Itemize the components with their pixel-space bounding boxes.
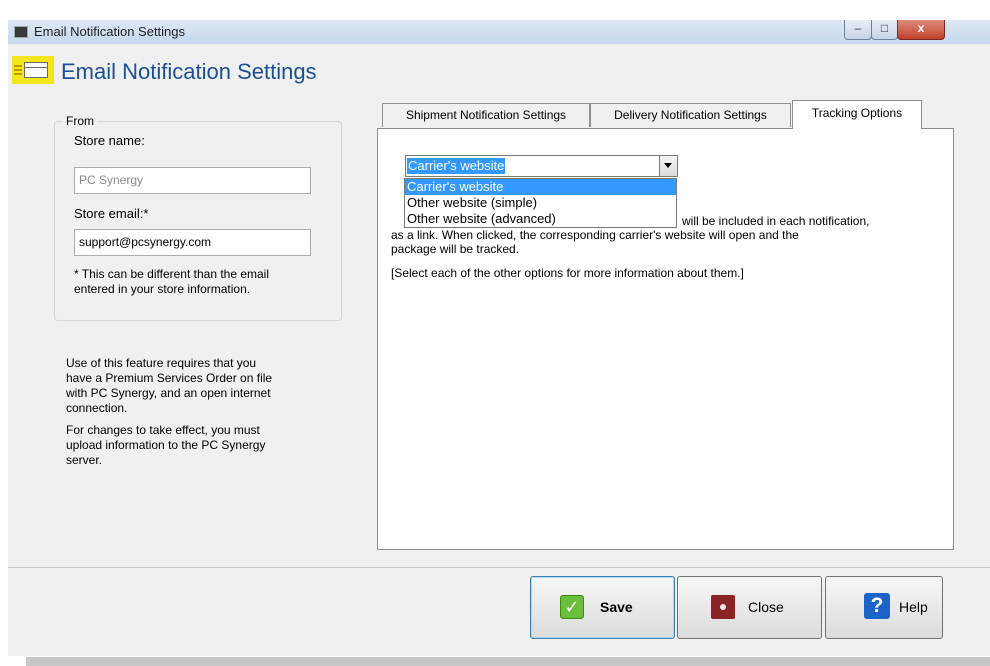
help-button[interactable]: ? Help: [825, 576, 943, 639]
upload-info-text: For changes to take effect, you must upl…: [66, 423, 266, 467]
maximize-button[interactable]: □: [871, 20, 898, 40]
save-button[interactable]: ✓ Save: [530, 576, 675, 639]
chevron-down-icon[interactable]: [659, 156, 677, 176]
envelope-icon: [12, 56, 54, 84]
dialog-window: Email Notification Settings – □ x Email …: [8, 20, 990, 656]
from-group: From Store name: PC Synergy Store email:…: [54, 114, 342, 321]
help-button-label: Help: [899, 599, 928, 615]
dropdown-option-other-simple[interactable]: Other website (simple): [405, 195, 676, 211]
save-button-label: Save: [600, 599, 633, 615]
title-bar: Email Notification Settings – □ x: [8, 20, 990, 44]
page-title: Email Notification Settings: [61, 59, 317, 84]
store-name-label: Store name:: [74, 133, 145, 148]
minimize-button[interactable]: –: [844, 20, 872, 40]
app-icon: [14, 26, 28, 38]
tracking-type-dropdown: Carrier's website Other website (simple)…: [404, 178, 677, 228]
store-name-input[interactable]: PC Synergy: [74, 167, 311, 194]
minimize-icon: –: [854, 21, 862, 35]
premium-info-text: Use of this feature requires that you ha…: [66, 356, 273, 415]
close-button[interactable]: Close: [677, 576, 822, 639]
tracking-type-value: Carrier's website: [407, 158, 506, 174]
tracking-type-select[interactable]: Carrier's website: [405, 155, 678, 177]
dropdown-option-carrier-website[interactable]: Carrier's website: [405, 179, 676, 195]
store-email-note: * This can be different than the email e…: [74, 267, 270, 296]
footer-divider: [8, 567, 990, 568]
maximize-icon: □: [880, 21, 889, 35]
close-button-label: Close: [748, 599, 784, 615]
checkmark-icon: ✓: [560, 595, 584, 619]
question-icon: ?: [864, 593, 890, 619]
store-email-input[interactable]: support@pcsynergy.com: [74, 229, 311, 256]
stop-icon: [711, 595, 735, 619]
dropdown-option-other-advanced[interactable]: Other website (advanced): [405, 211, 676, 227]
close-window-button[interactable]: x: [897, 20, 945, 40]
close-icon: x: [917, 21, 925, 35]
tab-shipment-notification[interactable]: Shipment Notification Settings: [382, 103, 590, 127]
from-legend: From: [63, 114, 97, 128]
tab-delivery-notification[interactable]: Delivery Notification Settings: [590, 103, 791, 127]
tracking-options-panel: Carrier's website Carrier's website Othe…: [377, 128, 954, 550]
bottom-edge: [26, 657, 990, 666]
tracking-hint: [Select each of the other options for mo…: [391, 266, 744, 280]
window-title: Email Notification Settings: [34, 24, 186, 39]
tab-tracking-options[interactable]: Tracking Options: [792, 100, 922, 129]
store-email-label: Store email:*: [74, 206, 149, 221]
